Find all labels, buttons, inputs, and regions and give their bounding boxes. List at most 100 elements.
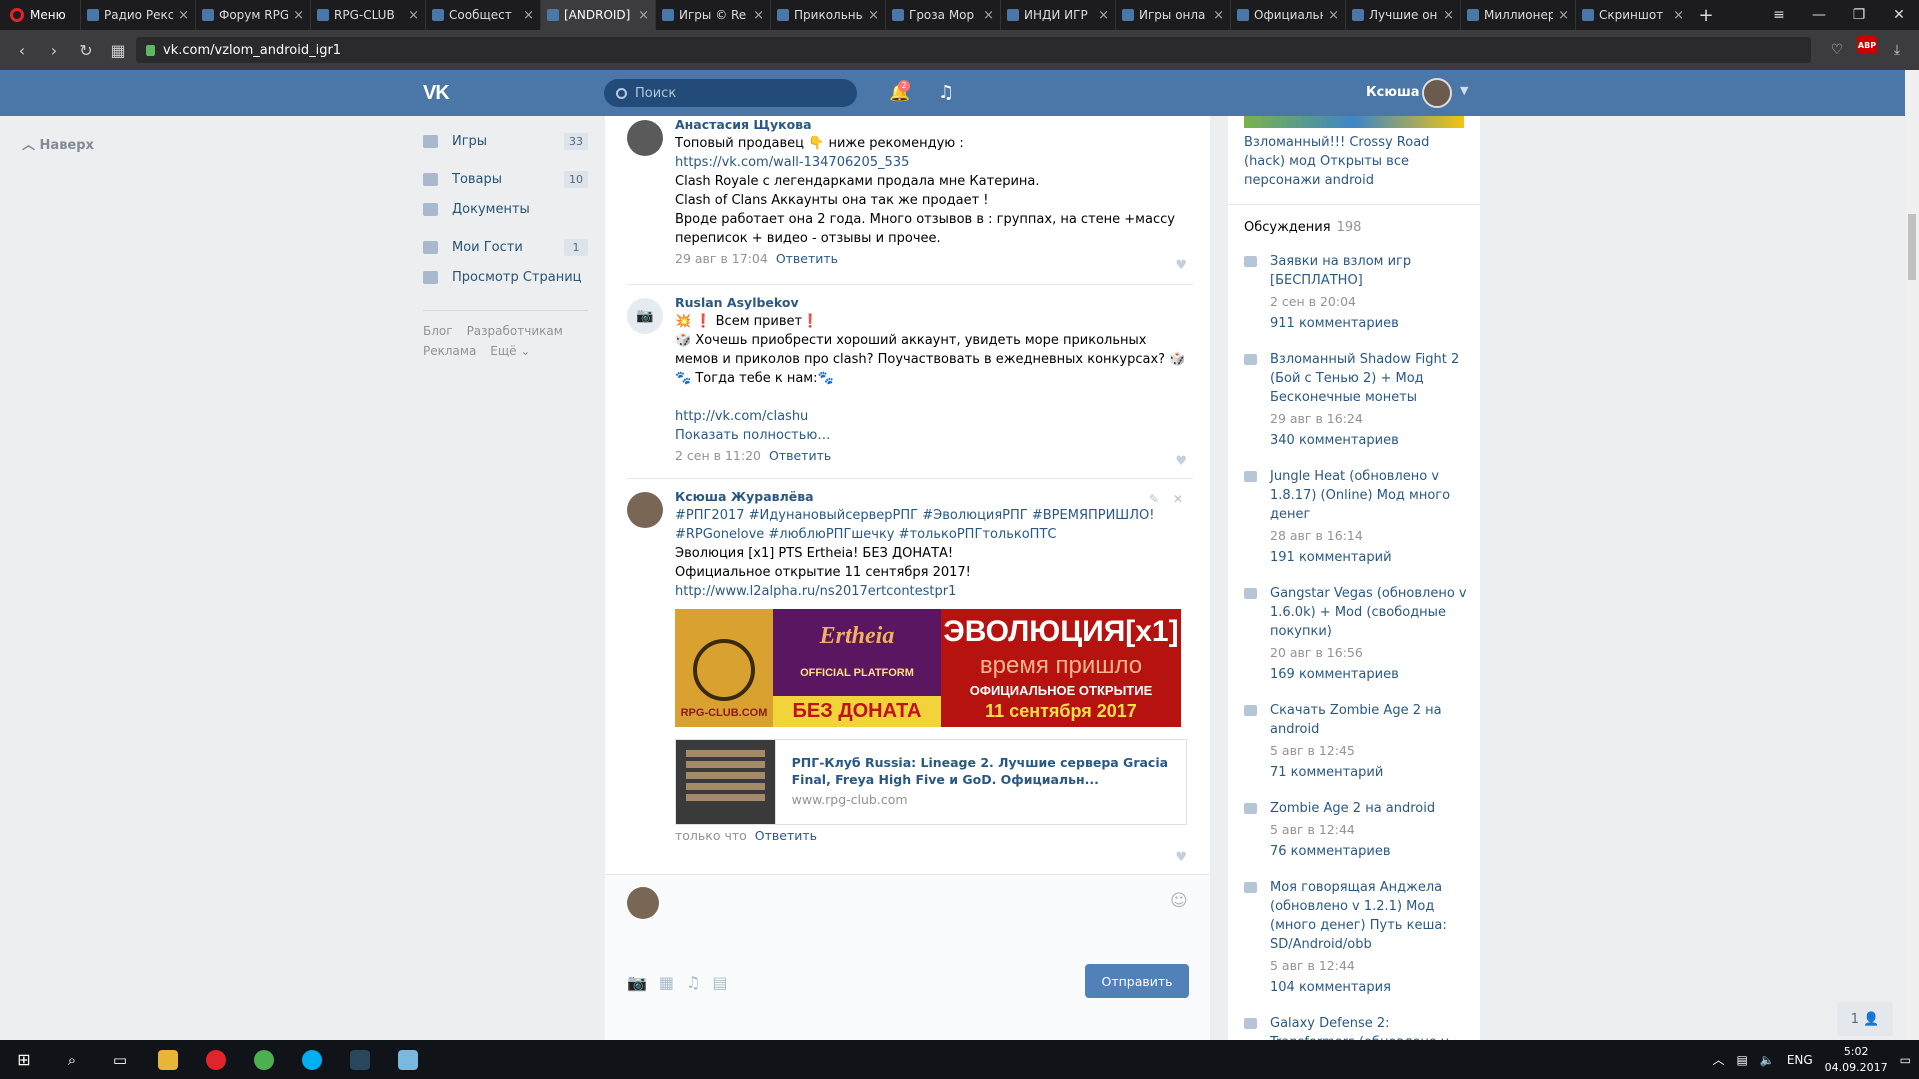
footer-link-ads[interactable]: Реклама <box>423 344 476 358</box>
forward-icon[interactable]: › <box>40 36 68 64</box>
sidebar-item-games[interactable]: Игры 33 <box>423 126 588 156</box>
browser-tab[interactable]: Скриншот × <box>1575 0 1690 30</box>
tab-close-icon[interactable]: × <box>1673 8 1684 23</box>
footer-link-developers[interactable]: Разработчикам <box>467 324 563 338</box>
browser-tab[interactable]: Гроза Мор × <box>885 0 1000 30</box>
discussion-title[interactable]: Моя говорящая Анджела (обновлено v 1.2.1… <box>1270 878 1469 954</box>
download-icon[interactable]: ⤓ <box>1883 36 1911 64</box>
discussions-header[interactable]: Обсуждения 198 <box>1244 220 1361 235</box>
heart-icon[interactable]: ♡ <box>1823 36 1851 64</box>
notifications-icon[interactable]: ▭ <box>1900 1053 1911 1067</box>
taskbar-app-notes[interactable] <box>384 1040 432 1079</box>
taskbar-app-utorrent[interactable] <box>240 1040 288 1079</box>
opera-menu-button[interactable]: Меню <box>0 0 80 30</box>
discussion-title[interactable]: Gangstar Vegas (обновлено v 1.6.0k) + Mo… <box>1270 584 1469 641</box>
chevron-up-icon[interactable]: ︿ <box>1713 1051 1725 1068</box>
reply-link[interactable]: Ответить <box>755 828 817 843</box>
browser-tab[interactable]: Игры © Re × <box>655 0 770 30</box>
taskbar-app-skype[interactable] <box>288 1040 336 1079</box>
clock[interactable]: 5:02 04.09.2017 <box>1825 1044 1888 1076</box>
list-item[interactable]: Заявки на взлом игр [БЕСПЛАТНО] 2 сен в … <box>1244 252 1469 333</box>
tab-close-icon[interactable]: × <box>638 8 649 23</box>
tab-close-icon[interactable]: × <box>753 8 764 23</box>
browser-tab[interactable]: Сообщест × <box>425 0 540 30</box>
tab-close-icon[interactable]: × <box>1213 8 1224 23</box>
music-icon[interactable]: ♫ <box>938 82 954 103</box>
discussion-title[interactable]: Скачать Zombie Age 2 на android <box>1270 701 1469 739</box>
video-icon[interactable]: ▦ <box>659 973 674 992</box>
tab-close-icon[interactable]: × <box>1443 8 1454 23</box>
browser-tab[interactable]: Форум RPG × <box>195 0 310 30</box>
page-scrollbar[interactable] <box>1905 70 1919 1040</box>
hashtags[interactable]: #RPGonelove #люблюРПГшечку #толькоРПГтол… <box>675 525 1187 544</box>
avatar-placeholder-camera-icon[interactable]: 📷 <box>627 298 663 334</box>
list-item[interactable]: Моя говорящая Анджела (обновлено v 1.2.1… <box>1244 878 1469 997</box>
avatar[interactable] <box>627 492 663 528</box>
discussion-comments[interactable]: 340 комментариев <box>1270 431 1469 450</box>
adblock-icon[interactable]: ABP <box>1857 36 1877 54</box>
new-tab-button[interactable]: + <box>1690 0 1722 30</box>
tab-close-icon[interactable]: × <box>1328 8 1339 23</box>
sidebar-item-documents[interactable]: Документы <box>423 194 588 224</box>
discussion-title[interactable]: Jungle Heat (обновлено v 1.8.17) (Online… <box>1270 467 1469 524</box>
link-preview-card[interactable]: РПГ-Клуб Russia: Lineage 2. Лучшие серве… <box>675 739 1187 825</box>
discussion-title[interactable]: Взломанный Shadow Fight 2 (Бой с Тенью 2… <box>1270 350 1469 407</box>
tab-close-icon[interactable]: × <box>178 8 189 23</box>
url-field[interactable]: vk.com/vzlom_android_igr1 <box>136 37 1811 63</box>
emoji-icon[interactable]: ☺ <box>1170 891 1188 911</box>
reply-link[interactable]: Ответить <box>776 251 838 266</box>
like-icon[interactable]: ♥ <box>1175 258 1187 273</box>
tab-close-icon[interactable]: × <box>1558 8 1569 23</box>
discussion-comments[interactable]: 71 комментарий <box>1270 763 1469 782</box>
tab-close-icon[interactable]: × <box>523 8 534 23</box>
list-item[interactable]: Jungle Heat (обновлено v 1.8.17) (Online… <box>1244 467 1469 567</box>
network-icon[interactable]: ▤ <box>1737 1053 1748 1067</box>
tabs-grid-icon[interactable]: ▦ <box>104 36 132 64</box>
tab-menu-icon[interactable]: ≡ <box>1759 0 1799 30</box>
discussion-title[interactable]: Galaxy Defense 2: Transformers (обновлен… <box>1270 1014 1469 1040</box>
language-indicator[interactable]: ENG <box>1787 1053 1813 1067</box>
browser-tab[interactable]: Радио Рекс × <box>80 0 195 30</box>
list-item[interactable]: Galaxy Defense 2: Transformers (обновлен… <box>1244 1014 1469 1040</box>
reload-icon[interactable]: ↻ <box>72 36 100 64</box>
tab-close-icon[interactable]: × <box>983 8 994 23</box>
list-item[interactable]: Gangstar Vegas (обновлено v 1.6.0k) + Mo… <box>1244 584 1469 684</box>
comment-author[interactable]: Ruslan Asylbekov <box>675 294 1187 312</box>
online-friends-button[interactable]: 1 👤 <box>1837 1002 1893 1036</box>
avatar[interactable] <box>627 120 663 156</box>
send-button[interactable]: Отправить <box>1085 964 1189 998</box>
browser-tab[interactable]: Прикольны × <box>770 0 885 30</box>
game-title-link[interactable]: Взломанный!!! Crossy Road (hack) мод Отк… <box>1244 133 1469 190</box>
volume-icon[interactable]: 🔈 <box>1760 1053 1775 1067</box>
sidebar-item-goods[interactable]: Товары 10 <box>423 164 588 194</box>
comment-date[interactable]: 29 авг в 17:04 <box>675 251 768 266</box>
sidebar-item-guests[interactable]: Мои Гости 1 <box>423 232 588 262</box>
avatar[interactable] <box>1422 78 1452 108</box>
promo-banner-image[interactable]: RPG-CLUB.COM Ertheia OFFICIAL PLATFORM Б… <box>675 609 1181 727</box>
discussion-title[interactable]: Заявки на взлом игр [БЕСПЛАТНО] <box>1270 252 1469 290</box>
tab-close-icon[interactable]: × <box>408 8 419 23</box>
music-icon[interactable]: ♫ <box>686 973 700 992</box>
comment-author[interactable]: Ксюша Журавлёва <box>675 488 1187 506</box>
comment-input[interactable] <box>671 883 1191 923</box>
taskbar-app-opera[interactable] <box>192 1040 240 1079</box>
discussion-comments[interactable]: 191 комментарий <box>1270 548 1469 567</box>
browser-tab[interactable]: RPG-CLUB × <box>310 0 425 30</box>
browser-tab[interactable]: Миллионер × <box>1460 0 1575 30</box>
maximize-icon[interactable]: ❐ <box>1839 0 1879 30</box>
tab-close-icon[interactable]: × <box>1098 8 1109 23</box>
list-item[interactable]: Zombie Age 2 на android 5 авг в 12:44 76… <box>1244 799 1469 861</box>
tab-close-icon[interactable]: × <box>293 8 304 23</box>
comment-date[interactable]: 2 сен в 11:20 <box>675 448 761 463</box>
footer-link-blog[interactable]: Блог <box>423 324 453 338</box>
taskbar-app-explorer[interactable] <box>144 1040 192 1079</box>
like-icon[interactable]: ♥ <box>1175 850 1187 865</box>
camera-icon[interactable]: 📷 <box>627 973 647 992</box>
list-item[interactable]: Взломанный Shadow Fight 2 (Бой с Тенью 2… <box>1244 350 1469 450</box>
comment-author[interactable]: Анастасия Щукова <box>675 116 1187 134</box>
tab-close-icon[interactable]: × <box>868 8 879 23</box>
comment-link[interactable]: http://www.l2alpha.ru/ns2017ertcontestpr… <box>675 582 1187 601</box>
list-item[interactable]: Скачать Zombie Age 2 на android 5 авг в … <box>1244 701 1469 782</box>
user-name[interactable]: Ксюша <box>1366 85 1420 100</box>
taskbar-app-steam[interactable] <box>336 1040 384 1079</box>
